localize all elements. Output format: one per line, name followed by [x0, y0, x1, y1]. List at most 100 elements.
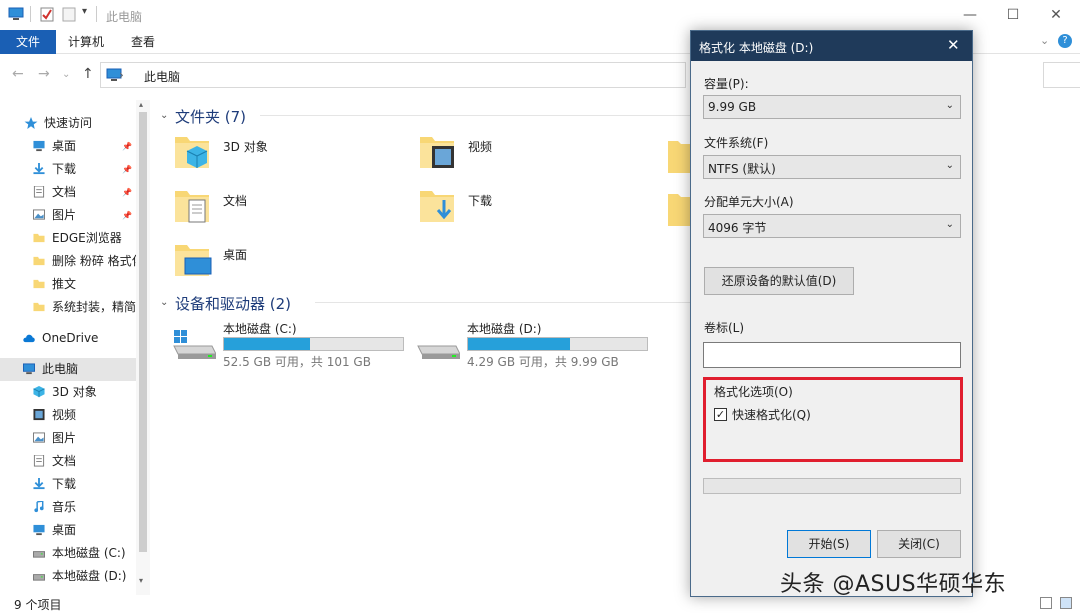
allocation-select[interactable]: 4096 字节 ⌄: [703, 214, 961, 238]
expand-ribbon-icon[interactable]: ⌄: [1040, 34, 1049, 47]
folder-item[interactable]: 3D 对象: [175, 130, 375, 174]
sidebar-pc-item[interactable]: 图片: [0, 427, 136, 450]
sidebar-pc-item[interactable]: 3D 对象: [0, 381, 136, 404]
video-icon: [32, 406, 46, 421]
address-bar[interactable]: › 此电脑: [100, 62, 686, 88]
customize-toolbar-icon[interactable]: ▾: [82, 6, 87, 17]
sidebar-pc-item[interactable]: 下载: [0, 473, 136, 496]
new-folder-icon[interactable]: [62, 7, 76, 26]
maximize-icon[interactable]: ☐: [1003, 5, 1023, 25]
sidebar-quick-item[interactable]: 删除 粉碎 格式化: [0, 250, 136, 273]
chevron-down-icon: ⌄: [945, 100, 954, 111]
folder-item[interactable]: 下载: [420, 184, 620, 228]
devices-section-title[interactable]: 设备和驱动器 (2): [175, 293, 291, 314]
pin-icon: 📌: [122, 188, 132, 197]
format-options-group: 格式化选项(O) ✓ 快速格式化(Q): [703, 377, 963, 462]
search-input[interactable]: [1043, 62, 1080, 88]
close-window-icon[interactable]: ✕: [1046, 5, 1066, 25]
forward-arrow-icon[interactable]: →: [38, 66, 50, 82]
sidebar-item-label: 此电脑: [42, 362, 79, 376]
sidebar-quick-item[interactable]: EDGE浏览器: [0, 227, 136, 250]
music-icon: [32, 498, 46, 513]
sidebar-pc-item[interactable]: 视频: [0, 404, 136, 427]
folder-item[interactable]: 桌面: [175, 238, 375, 282]
sidebar-item-label: 系统封装，精简: [52, 300, 136, 314]
folder-icon: [32, 229, 46, 243]
sidebar-quick-item[interactable]: 文档 📌: [0, 181, 136, 204]
folder-item[interactable]: 文档: [175, 184, 375, 228]
sidebar-item-label: 下载: [52, 477, 77, 491]
restore-defaults-button[interactable]: 还原设备的默认值(D): [704, 267, 854, 295]
filesystem-select[interactable]: NTFS (默认) ⌄: [703, 155, 961, 179]
picture-icon: [32, 429, 46, 443]
details-view-icon[interactable]: [1040, 597, 1052, 609]
close-icon[interactable]: ✕: [947, 36, 960, 54]
tab-file[interactable]: 文件: [0, 30, 56, 54]
folders-section-title[interactable]: 文件夹 (7): [175, 106, 246, 127]
sidebar-quick-item[interactable]: 图片 📌: [0, 204, 136, 227]
sidebar-this-pc[interactable]: 此电脑: [0, 358, 136, 381]
collapse-chevron-icon[interactable]: ⌄: [160, 110, 168, 121]
capacity-select[interactable]: 9.99 GB ⌄: [703, 95, 961, 119]
breadcrumb[interactable]: 此电脑: [144, 68, 180, 85]
dialog-title-bar[interactable]: 格式化 本地磁盘 (D:) ✕: [691, 31, 972, 61]
drive-label: 本地磁盘 (C:): [223, 322, 297, 336]
drive-item[interactable]: 本地磁盘 (C:) 52.5 GB 可用，共 101 GB: [172, 318, 407, 369]
3d-objects-icon: [175, 132, 213, 175]
drive-usage-fill: [468, 338, 570, 350]
tab-view[interactable]: 查看: [131, 30, 155, 54]
sidebar-quick-item[interactable]: 下载 📌: [0, 158, 136, 181]
sidebar-item-label: 视频: [52, 408, 77, 422]
volume-label: 卷标(L): [704, 321, 745, 335]
sidebar-pc-item[interactable]: 桌面: [0, 519, 136, 542]
format-progress-bar: [703, 478, 961, 494]
sidebar-pc-item[interactable]: 文档: [0, 450, 136, 473]
folder-icon[interactable]: [668, 188, 690, 228]
scroll-down-icon[interactable]: ▾: [139, 576, 143, 585]
start-button[interactable]: 开始(S): [787, 530, 871, 558]
volume-label-input[interactable]: [703, 342, 961, 368]
drive-usage-bar: [467, 337, 648, 351]
sidebar-quick-item[interactable]: 推文: [0, 273, 136, 296]
up-arrow-icon[interactable]: ↑: [82, 66, 94, 82]
sidebar-pc-item[interactable]: 音乐: [0, 496, 136, 519]
sidebar-pc-item[interactable]: 本地磁盘 (C:): [0, 542, 136, 565]
dialog-title: 格式化 本地磁盘 (D:): [699, 41, 814, 55]
back-arrow-icon[interactable]: ←: [12, 66, 24, 82]
large-icons-view-icon[interactable]: [1060, 597, 1072, 609]
recent-chevron-icon[interactable]: ⌄: [62, 69, 70, 80]
folder-item[interactable]: 视频: [420, 130, 620, 174]
sidebar-onedrive[interactable]: OneDrive: [0, 327, 136, 350]
minimize-icon[interactable]: —: [960, 5, 980, 25]
computer-icon[interactable]: [8, 7, 24, 25]
sidebar-quick-item[interactable]: 系统封装，精简: [0, 296, 136, 319]
sidebar-scrollbar[interactable]: ▴ ▾: [136, 100, 150, 595]
sidebar-item-label: 音乐: [52, 500, 77, 514]
collapse-chevron-icon[interactable]: ⌄: [160, 297, 168, 308]
sidebar-item-label: 文档: [52, 454, 77, 468]
drive-item[interactable]: 本地磁盘 (D:) 4.29 GB 可用，共 9.99 GB: [416, 318, 651, 369]
windows-drive-icon: [172, 330, 217, 363]
sidebar-pc-item[interactable]: 本地磁盘 (D:): [0, 565, 136, 588]
divider: [260, 115, 690, 116]
help-icon[interactable]: ?: [1058, 34, 1072, 48]
quick-format-label[interactable]: 快速格式化(Q): [732, 406, 811, 423]
download-icon: [32, 160, 46, 175]
sidebar-item-label: OneDrive: [42, 331, 99, 345]
breadcrumb-separator-icon[interactable]: ›: [119, 68, 124, 82]
folder-icon[interactable]: [668, 135, 690, 175]
drive-usage-fill: [224, 338, 310, 350]
sidebar-item-label: 文档: [52, 185, 77, 199]
chevron-down-icon: ⌄: [945, 219, 954, 230]
quick-format-checkbox[interactable]: ✓: [714, 408, 727, 421]
tab-computer[interactable]: 计算机: [68, 30, 104, 54]
sidebar-quick-item[interactable]: 桌面 📌: [0, 135, 136, 158]
properties-icon[interactable]: [40, 7, 54, 26]
capacity-label: 容量(P):: [704, 77, 749, 91]
close-button[interactable]: 关闭(C): [877, 530, 961, 558]
sidebar-item-label: 推文: [52, 277, 77, 291]
sidebar-quick-access[interactable]: 快速访问: [0, 112, 136, 135]
scrollbar-thumb[interactable]: [139, 112, 147, 552]
folder-icon: [32, 252, 46, 266]
scroll-up-icon[interactable]: ▴: [139, 100, 143, 109]
